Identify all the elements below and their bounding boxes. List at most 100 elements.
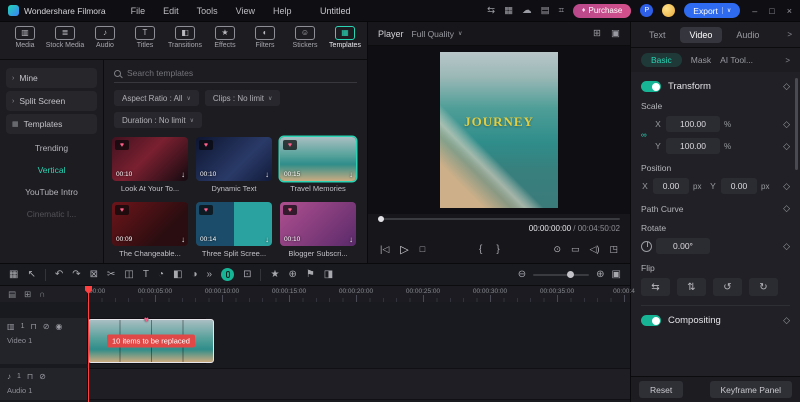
zoom-in-icon[interactable]: ⊕ — [596, 270, 604, 280]
download-icon[interactable]: ↓ — [181, 235, 185, 244]
sync-icon[interactable]: ⇆ — [487, 5, 495, 16]
inspector-scrollbar[interactable] — [795, 78, 798, 170]
resources-icon[interactable]: ▤ — [541, 5, 550, 16]
sidebar-item-trending[interactable]: Trending — [0, 137, 103, 159]
delete-icon[interactable]: ⊠ — [90, 270, 98, 280]
fit-view-icon[interactable]: ▣ — [611, 28, 620, 39]
seek-bar[interactable] — [378, 218, 620, 220]
voiceover-icon[interactable] — [221, 268, 234, 281]
plugin-icon[interactable]: ⊕ — [288, 270, 296, 280]
mark-in-button[interactable]: { — [479, 244, 482, 255]
chevron-more-icon[interactable]: > — [787, 30, 792, 39]
sidebar-item-youtube-intro[interactable]: YouTube Intro — [0, 181, 103, 203]
path-curve-keyframe-icon[interactable]: ◇ — [783, 203, 790, 214]
mute-icon[interactable]: ⊘ — [39, 372, 46, 381]
subtab-ai-tools[interactable]: AI Tool... — [720, 55, 753, 65]
subtab-basic[interactable]: Basic — [641, 53, 682, 67]
split-view-icon[interactable]: ⊞ — [593, 28, 601, 39]
export-button[interactable]: Export∨ — [684, 3, 740, 18]
reset-button[interactable]: Reset — [639, 381, 683, 398]
sidebar-group-split-screen[interactable]: ›Split Screen — [6, 91, 97, 111]
lock-icon[interactable]: ⊓ — [30, 322, 36, 331]
split-icon[interactable]: ✂ — [107, 270, 115, 280]
scale-x-input[interactable]: 100.00 — [666, 116, 720, 132]
playhead[interactable] — [88, 286, 89, 402]
tab-filters[interactable]: ◐Filters — [245, 22, 285, 59]
rotate-dial[interactable] — [641, 241, 652, 252]
text-tool-icon[interactable]: T — [143, 270, 149, 280]
menu-tools[interactable]: Tools — [197, 6, 218, 16]
stop-button[interactable]: □ — [420, 244, 425, 254]
scale-x-keyframe-icon[interactable]: ◇ — [783, 119, 790, 130]
add-track-icon[interactable]: ⊞ — [24, 289, 31, 300]
rotate-input[interactable]: 0.00° — [656, 238, 710, 254]
menu-file[interactable]: File — [131, 6, 146, 16]
tab-audio[interactable]: Audio — [726, 27, 769, 43]
filter-duration[interactable]: Duration : No limit∨ — [114, 112, 202, 128]
template-thumbnail[interactable]: ♥00:09↓ — [112, 202, 188, 246]
template-thumbnail[interactable]: ♥00:10↓ — [112, 137, 188, 181]
tab-titles[interactable]: TTitles — [125, 22, 165, 59]
filter-aspect-ratio[interactable]: Aspect Ratio : All∨ — [114, 90, 199, 106]
template-card[interactable]: ♥00:10↓ Dynamic Text — [196, 137, 272, 193]
shortcut-icon[interactable]: ⌗ — [559, 5, 564, 16]
undo-icon[interactable]: ↶ — [55, 270, 63, 280]
filter-clips[interactable]: Clips : No limit∨ — [205, 90, 281, 106]
link-scale-icon[interactable]: ∞ — [641, 131, 647, 140]
search-input[interactable] — [127, 68, 357, 78]
sidebar-group-templates[interactable]: ▦Templates — [6, 114, 97, 134]
menu-help[interactable]: Help — [273, 6, 292, 16]
sidebar-item-cinematic[interactable]: Cinematic I... — [0, 203, 103, 225]
zoom-slider[interactable] — [533, 274, 589, 276]
timeline-clip[interactable]: ♥ 10 items to be replaced — [88, 319, 214, 363]
tab-stickers[interactable]: ☺Stickers — [285, 22, 325, 59]
transform-keyframe-icon[interactable]: ◇ — [783, 81, 790, 92]
rotate-keyframe-icon[interactable]: ◇ — [783, 241, 790, 252]
flip-vertical-button[interactable]: ⇅ — [677, 278, 706, 296]
lock-icon[interactable]: ⊓ — [27, 372, 33, 381]
purchase-button[interactable]: ♦Purchase — [573, 4, 631, 18]
points-icon[interactable] — [662, 4, 675, 17]
tab-audio[interactable]: ♪Audio — [85, 22, 125, 59]
tab-text[interactable]: Text — [639, 27, 676, 43]
menu-view[interactable]: View — [236, 6, 255, 16]
volume-button[interactable]: ◁) — [590, 244, 600, 255]
sidebar-item-vertical[interactable]: Vertical — [0, 159, 103, 181]
previous-frame-button[interactable]: |◁ — [380, 244, 389, 255]
magnet-icon[interactable]: ∩ — [39, 289, 45, 299]
speed-icon[interactable]: ◔ — [158, 270, 164, 280]
subtab-mask[interactable]: Mask — [691, 55, 711, 65]
minimize-button[interactable]: – — [752, 6, 757, 16]
layout-icon[interactable]: ▦ — [504, 5, 513, 16]
effects-tool-icon[interactable]: ★ — [270, 270, 279, 280]
menu-edit[interactable]: Edit — [163, 6, 179, 16]
template-card[interactable]: ♥00:10↓ Blogger Subscri... — [280, 202, 356, 258]
position-x-input[interactable]: 0.00 — [653, 178, 689, 194]
tab-video[interactable]: Video — [680, 27, 723, 43]
video-preview[interactable]: JOURNEY — [440, 52, 558, 208]
template-card-selected[interactable]: ♥00:15↓ Travel Memories — [280, 137, 356, 193]
template-card[interactable]: ♥00:14↓ Three Split Scree... — [196, 202, 272, 258]
template-thumbnail[interactable]: ♥00:10↓ — [196, 137, 272, 181]
template-thumbnail[interactable]: ♥00:14↓ — [196, 202, 272, 246]
flip-horizontal-button[interactable]: ⇆ — [641, 278, 670, 296]
download-icon[interactable]: ↓ — [265, 170, 269, 179]
media-manager-icon[interactable]: ▦ — [9, 270, 18, 280]
tab-effects[interactable]: ★Effects — [205, 22, 245, 59]
tab-templates[interactable]: ▦Templates — [325, 22, 365, 59]
account-avatar[interactable]: P — [640, 4, 653, 17]
cloud-icon[interactable]: ☁ — [522, 5, 532, 16]
tab-transitions[interactable]: ◧Transitions — [165, 22, 205, 59]
maximize-button[interactable]: □ — [769, 6, 774, 16]
template-thumbnail[interactable]: ♥00:10↓ — [280, 202, 356, 246]
quality-dropdown[interactable]: Full Quality∨ — [412, 29, 463, 39]
fullscreen-button[interactable]: ◳ — [609, 244, 618, 255]
download-icon[interactable]: ↓ — [265, 235, 269, 244]
mask-tool-icon[interactable]: ◧ — [173, 270, 182, 280]
download-icon[interactable]: ↓ — [349, 170, 353, 179]
position-keyframe-icon[interactable]: ◇ — [783, 181, 790, 192]
keyframe-panel-button[interactable]: Keyframe Panel — [710, 381, 792, 398]
mark-out-button[interactable]: } — [496, 244, 499, 255]
redo-icon[interactable]: ↷ — [72, 270, 80, 280]
transform-toggle[interactable] — [641, 81, 661, 92]
